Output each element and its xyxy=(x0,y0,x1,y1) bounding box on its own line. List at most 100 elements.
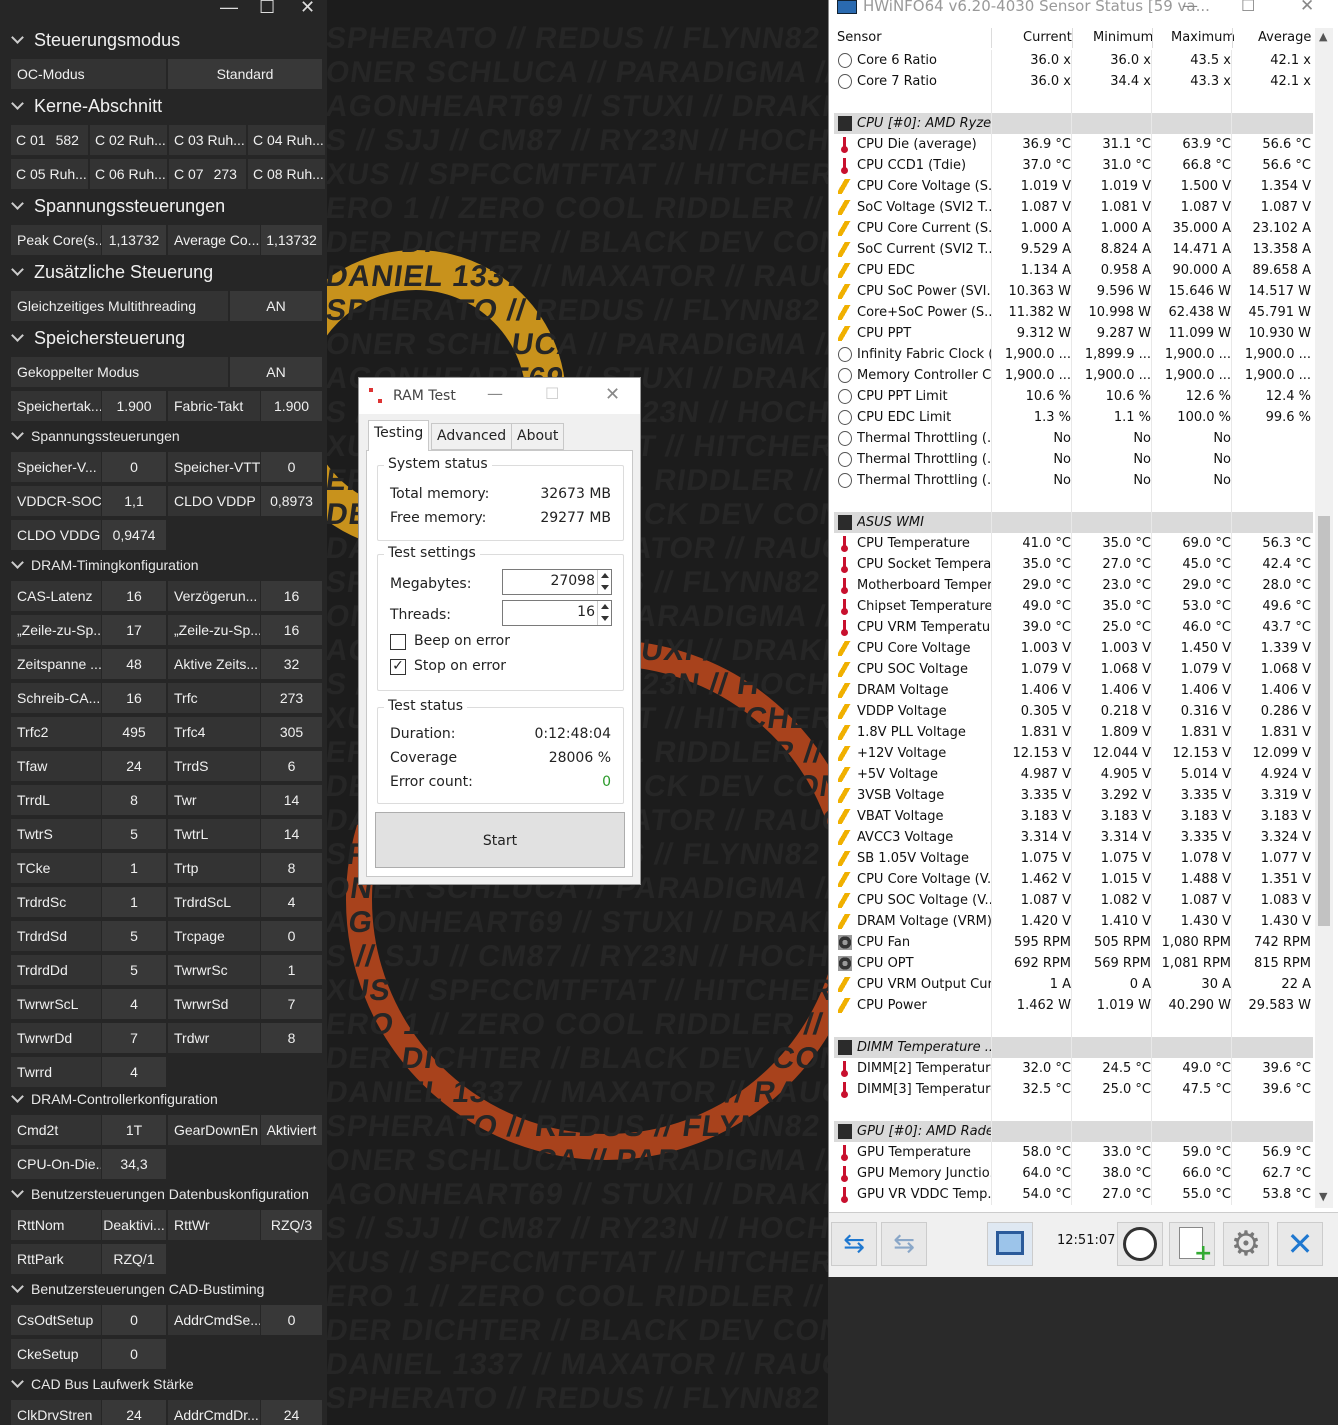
timing-value[interactable]: 4 xyxy=(102,1057,166,1087)
section-dram-controller[interactable]: DRAM-Controllerkonfiguration xyxy=(0,1090,327,1108)
mem-clock-value[interactable]: 1.900 xyxy=(102,391,166,421)
section-speicher[interactable]: Speichersteuerung xyxy=(0,326,327,350)
timing-value[interactable]: 273 xyxy=(261,683,322,713)
tab-testing[interactable]: Testing xyxy=(368,420,430,451)
timing-value[interactable]: 495 xyxy=(102,717,166,747)
sensor-row[interactable]: 1.8V PLL Voltage 1.831 V 1.809 V 1.831 V 1.8… xyxy=(834,722,1313,743)
core-4-cell[interactable]: C 04 Ruh... xyxy=(248,125,325,155)
sensor-row[interactable]: CPU Die (average) 36.9 °C 31.1 °C 63.9 °C 56… xyxy=(834,134,1313,155)
sensor-row[interactable]: CPU OPT 692 RPM 569 RPM 1,081 RPM 815 RPM xyxy=(834,953,1313,974)
timing-value[interactable]: 16 xyxy=(261,581,322,611)
section-spannung[interactable]: Spannungssteuerungen xyxy=(0,194,327,218)
core-5-cell[interactable]: C 05 Ruh... xyxy=(11,159,88,189)
sensor-row[interactable]: CPU EDC Limit 1.3 % 1.1 % 100.0 % 99.6 % xyxy=(834,407,1313,428)
sensor-group-row[interactable]: ASUS WMI xyxy=(834,512,1313,533)
column-header-minimum[interactable]: Minimum xyxy=(1093,29,1153,49)
sensor-row[interactable]: AVCC3 Voltage 3.314 V 3.314 V 3.335 V 3.324 … xyxy=(834,827,1313,848)
close-sensors-button[interactable]: ✕ xyxy=(1277,1222,1323,1266)
sensor-row[interactable]: DIMM[2] Temperature 32.0 °C 24.5 °C 49.0 °C… xyxy=(834,1058,1313,1079)
threads-stepper[interactable]: 16 xyxy=(502,600,612,626)
sensor-row[interactable]: DRAM Voltage (VRM) 1.420 V 1.410 V 1.430 V 1… xyxy=(834,911,1313,932)
timing-value[interactable]: 1 xyxy=(102,853,166,883)
smt-value[interactable]: AN xyxy=(230,291,322,321)
start-button[interactable]: Start xyxy=(375,812,625,868)
stop-on-error-checkbox[interactable]: ✓ xyxy=(390,659,406,675)
sensor-row[interactable]: CPU Fan 595 RPM 505 RPM 1,080 RPM 742 RPM xyxy=(834,932,1313,953)
section-zusatz[interactable]: Zusätzliche Steuerung xyxy=(0,260,327,284)
timing-value[interactable]: 4 xyxy=(261,887,322,917)
section-cad-bustiming[interactable]: Benutzersteuerungen CAD-Bustiming xyxy=(0,1280,327,1298)
sensor-row[interactable]: CPU Core Current (S... 1.000 A 1.000 A 35.0… xyxy=(834,218,1313,239)
sensor-row[interactable]: Infinity Fabric Clock (... 1,900.0 ... 1,8… xyxy=(834,344,1313,365)
sensor-row[interactable]: Thermal Throttling (... No No No xyxy=(834,428,1313,449)
minimize-button[interactable]: — xyxy=(220,0,238,18)
timing-value[interactable]: 14 xyxy=(261,785,322,815)
sensor-row[interactable]: GPU Memory Junctio... 64.0 °C 38.0 °C 66.0 … xyxy=(834,1163,1313,1184)
stop-on-error-label[interactable]: Stop on error xyxy=(414,658,506,674)
controller-value[interactable]: 34,3 xyxy=(102,1149,166,1179)
cad-drive-value[interactable]: 24 xyxy=(102,1400,166,1425)
sensor-row[interactable]: SoC Current (SVI2 T... 9.529 A 8.824 A 14.4… xyxy=(834,239,1313,260)
tab-advanced[interactable]: Advanced xyxy=(431,423,513,450)
section-dram-timing[interactable]: DRAM-Timingkonfiguration xyxy=(0,556,327,574)
section-cad-bus-drive[interactable]: CAD Bus Laufwerk Stärke xyxy=(0,1375,327,1393)
sensor-group-row[interactable]: GPU [#0]: AMD Rade... xyxy=(834,1121,1313,1142)
expand-arrows-button[interactable]: ⇆ xyxy=(831,1222,877,1266)
close-button[interactable]: ✕ xyxy=(1300,0,1314,16)
cad-timing-value[interactable]: 0 xyxy=(261,1305,322,1335)
mem-voltage-value[interactable]: 0,9474 xyxy=(102,520,166,550)
scroll-up-arrow-icon[interactable]: ▲ xyxy=(1319,30,1327,43)
maximize-button[interactable]: ☐ xyxy=(1241,0,1255,15)
megabytes-stepper[interactable]: 27098 xyxy=(502,569,612,595)
sensor-row[interactable]: CPU SOC Voltage (V... 1.087 V 1.082 V 1.087… xyxy=(834,890,1313,911)
core-3-cell[interactable]: C 03 Ruh... xyxy=(169,125,246,155)
vertical-scrollbar[interactable]: ▲ ▼ xyxy=(1315,28,1333,1208)
sensor-row[interactable]: CPU PPT 9.312 W 9.287 W 11.099 W 10.930 W xyxy=(834,323,1313,344)
sensor-row[interactable]: CPU Power 1.462 W 1.019 W 40.290 W 29.583 W xyxy=(834,995,1313,1016)
sensor-row[interactable]: CPU Core Voltage (V... 1.462 V 1.015 V 1.48… xyxy=(834,869,1313,890)
scroll-down-arrow-icon[interactable]: ▼ xyxy=(1319,1190,1327,1203)
beep-on-error-label[interactable]: Beep on error xyxy=(414,633,510,649)
sensor-row[interactable]: Core+SoC Power (S... 11.382 W 10.998 W 62.4… xyxy=(834,302,1313,323)
sensor-row[interactable]: Motherboard Temper... 29.0 °C 23.0 °C 29.0 … xyxy=(834,575,1313,596)
sensor-row[interactable]: CPU PPT Limit 10.6 % 10.6 % 12.6 % 12.4 % xyxy=(834,386,1313,407)
databus-value[interactable]: RZQ/1 xyxy=(102,1244,166,1274)
timing-value[interactable]: 7 xyxy=(261,989,322,1019)
sensor-row[interactable]: Thermal Throttling (... No No No xyxy=(834,449,1313,470)
sensor-row[interactable]: GPU Temperature 58.0 °C 33.0 °C 59.0 °C 56.9… xyxy=(834,1142,1313,1163)
report-button[interactable]: + xyxy=(1169,1222,1215,1266)
timing-value[interactable]: 1 xyxy=(261,955,322,985)
timing-value[interactable]: 48 xyxy=(102,649,166,679)
sensor-row[interactable]: CPU VRM Temperature 39.0 °C 25.0 °C 46.0 °C… xyxy=(834,617,1313,638)
timing-value[interactable]: 8 xyxy=(102,785,166,815)
sensor-row[interactable]: +12V Voltage 12.153 V 12.044 V 12.153 V 12.0… xyxy=(834,743,1313,764)
minimize-button[interactable]: — xyxy=(487,384,503,403)
column-header-current[interactable]: Current xyxy=(1023,29,1072,49)
databus-value[interactable]: RZQ/3 xyxy=(261,1210,322,1240)
sensor-row[interactable]: CPU SoC Power (SVI... 10.363 W 9.596 W 15.6… xyxy=(834,281,1313,302)
title-bar[interactable]: RAM Test — ☐ ✕ xyxy=(359,378,640,414)
timing-value[interactable]: 17 xyxy=(102,615,166,645)
sensor-row[interactable]: Core 7 Ratio 36.0 x 34.4 x 43.3 x 42.1 x xyxy=(834,71,1313,92)
mem-voltage-value[interactable]: 1,1 xyxy=(102,486,166,516)
network-monitors-button[interactable] xyxy=(987,1222,1033,1266)
column-header-maximum[interactable]: Maximum xyxy=(1171,29,1235,49)
timing-value[interactable]: 4 xyxy=(102,989,166,1019)
core-6-cell[interactable]: C 06 Ruh... xyxy=(90,159,167,189)
sensor-row[interactable]: CPU VRM Output Cur... 1 A 0 A 30 A 22 A xyxy=(834,974,1313,995)
timer-button[interactable] xyxy=(1117,1222,1163,1266)
sensor-row[interactable]: 3VSB Voltage 3.335 V 3.292 V 3.335 V 3.319 V xyxy=(834,785,1313,806)
spin-arrows[interactable] xyxy=(597,570,611,594)
timing-value[interactable]: 16 xyxy=(102,683,166,713)
sensor-row[interactable]: Thermal Throttling (... No No No xyxy=(834,470,1313,491)
sensor-row[interactable]: CPU Socket Tempera... 35.0 °C 27.0 °C 45.0 … xyxy=(834,554,1313,575)
sensor-row[interactable]: GPU VR VDDC Temp... 54.0 °C 27.0 °C 55.0 °C… xyxy=(834,1184,1313,1205)
coupled-mode-value[interactable]: AN xyxy=(230,357,322,387)
maximize-button[interactable]: ☐ xyxy=(545,384,559,403)
timing-value[interactable]: 14 xyxy=(261,819,322,849)
sensor-row[interactable]: +5V Voltage 4.987 V 4.905 V 5.014 V 4.924 V xyxy=(834,764,1313,785)
timing-value[interactable]: 0 xyxy=(261,921,322,951)
sensor-row[interactable]: Memory Controller Cl... 1,900.0 ... 1,900.… xyxy=(834,365,1313,386)
settings-button[interactable]: ⚙ xyxy=(1223,1222,1269,1266)
sensor-row[interactable]: CPU SOC Voltage 1.079 V 1.068 V 1.079 V 1.06… xyxy=(834,659,1313,680)
